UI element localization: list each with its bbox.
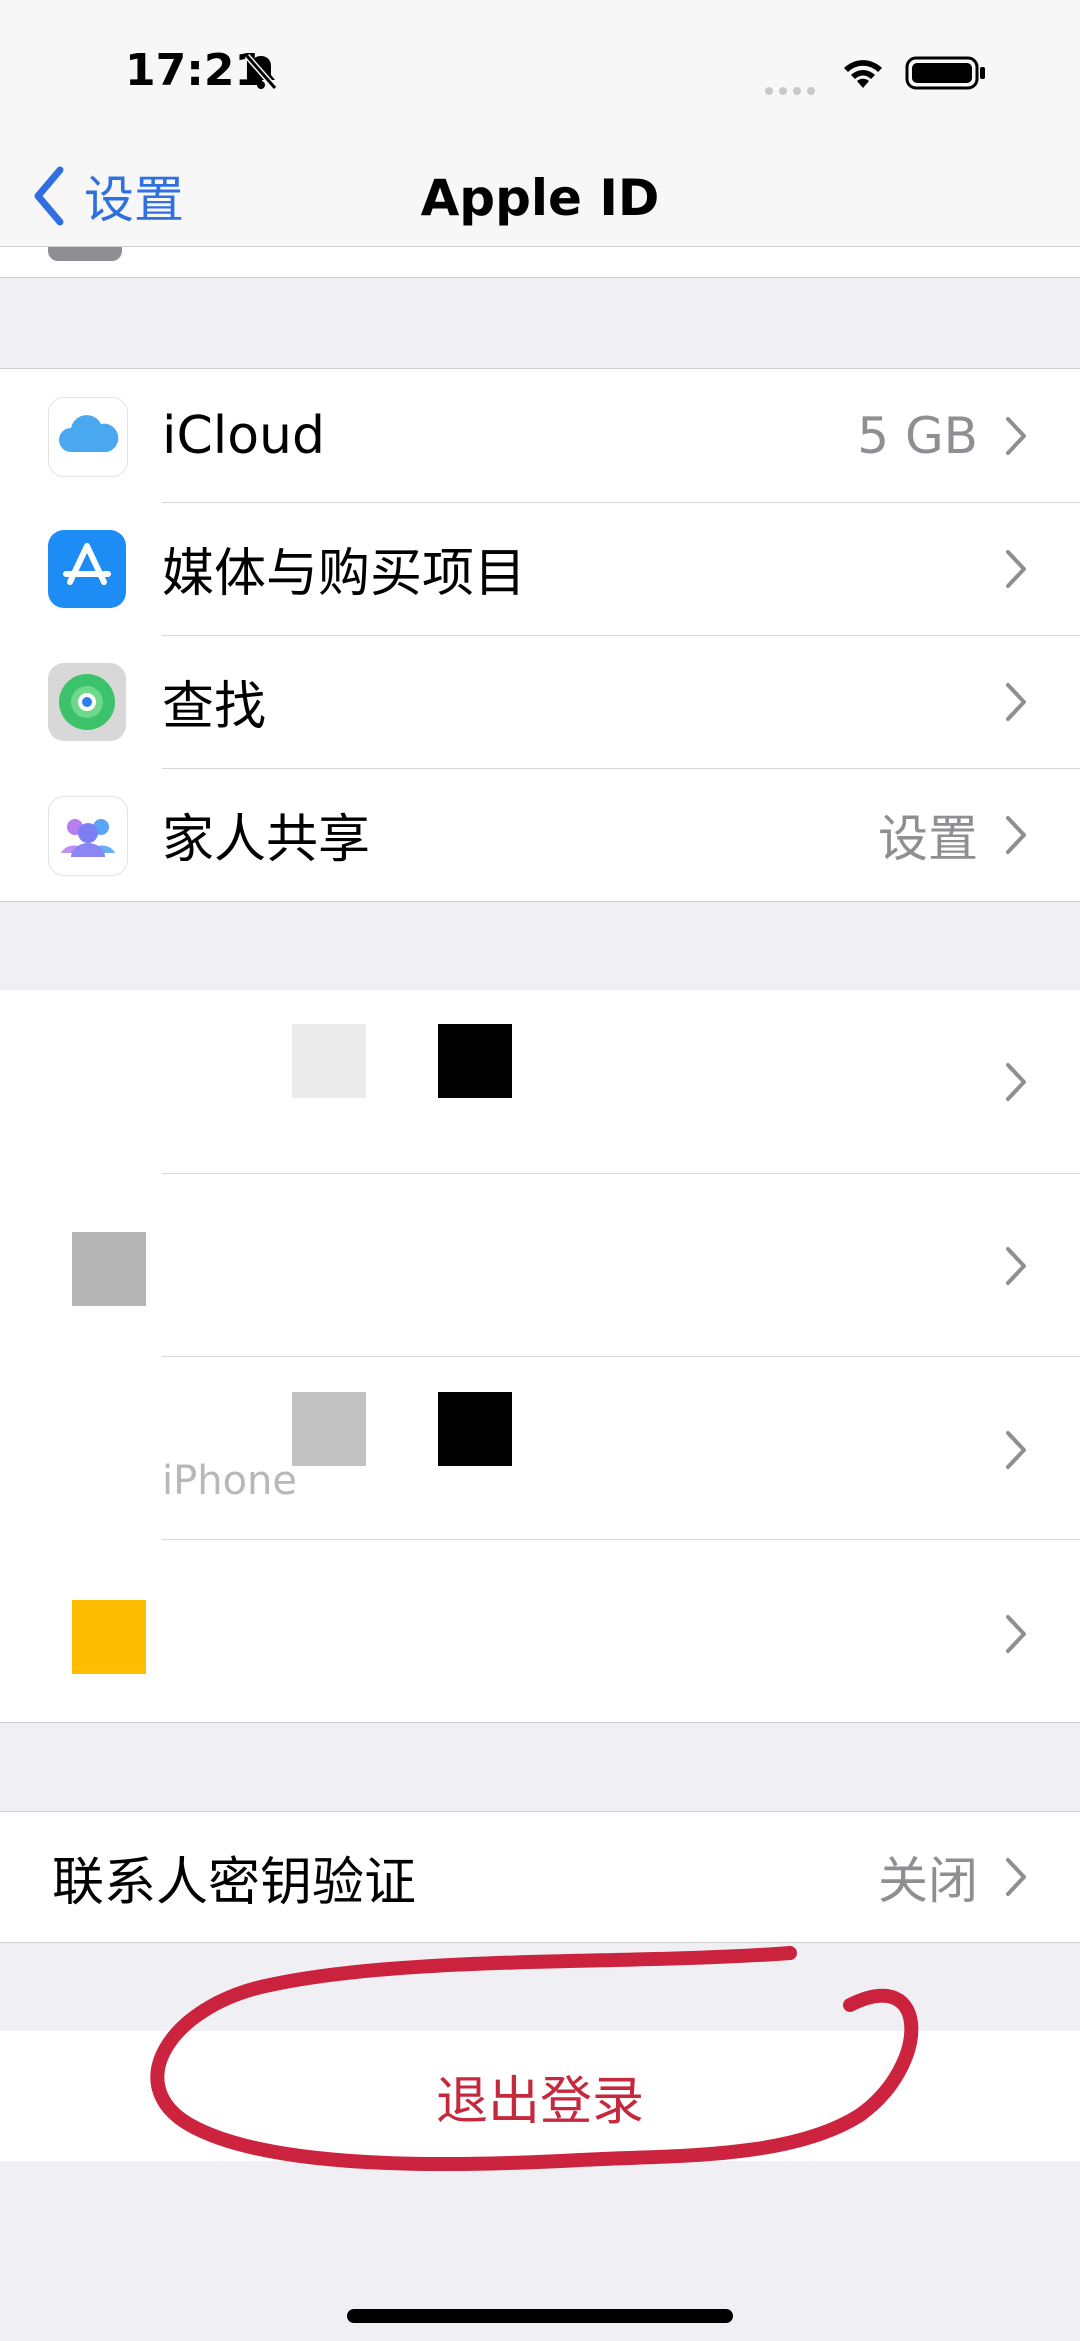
cellular-signal-icon — [765, 80, 823, 95]
device-row-2[interactable] — [0, 1174, 1080, 1358]
chevron-right-icon — [1006, 1431, 1026, 1469]
redacted-block — [438, 1392, 512, 1466]
icloud-storage-value: 5 GB — [857, 406, 978, 465]
media-purchases-row[interactable]: 媒体与购买项目 — [0, 502, 1080, 635]
find-my-icon — [48, 663, 126, 741]
find-my-label: 查找 — [162, 677, 267, 737]
sign-out-button[interactable]: 退出登录 — [0, 2031, 1080, 2161]
services-group: iCloud 5 GB 媒体与购买项目 查找 家人共享 设置 — [0, 368, 1080, 902]
contact-key-value: 关闭 — [878, 1852, 978, 1910]
icloud-label: iCloud — [162, 405, 325, 466]
chevron-right-icon — [1006, 1858, 1026, 1896]
chevron-left-icon — [34, 166, 64, 226]
app-store-icon — [48, 530, 126, 608]
icloud-icon — [48, 397, 128, 477]
silent-mode-icon — [244, 54, 278, 90]
family-sharing-value: 设置 — [878, 809, 978, 868]
find-my-row[interactable]: 查找 — [0, 635, 1080, 768]
chevron-right-icon — [1006, 417, 1026, 455]
device-row-3[interactable]: iPhone — [0, 1358, 1080, 1542]
sign-out-label: 退出登录 — [435, 2071, 644, 2132]
family-sharing-row[interactable]: 家人共享 设置 — [0, 768, 1080, 901]
status-bar: 17:21 — [0, 0, 1080, 150]
chevron-right-icon — [1006, 550, 1026, 588]
redacted-block — [72, 1600, 146, 1674]
contact-key-group: 联系人密钥验证 关闭 — [0, 1811, 1080, 1943]
chevron-right-icon — [1006, 683, 1026, 721]
contact-key-label: 联系人密钥验证 — [52, 1852, 417, 1913]
redacted-block — [72, 1232, 146, 1306]
chevron-right-icon — [1006, 1247, 1026, 1285]
previous-group-tail — [0, 247, 1080, 278]
wifi-icon — [844, 60, 882, 88]
redacted-block — [292, 1024, 366, 1098]
chevron-right-icon — [1006, 816, 1026, 854]
home-indicator[interactable] — [347, 2309, 733, 2323]
devices-group: iPhone — [0, 990, 1080, 1723]
contact-key-row[interactable]: 联系人密钥验证 关闭 — [0, 1812, 1080, 1942]
device-row-4[interactable] — [0, 1542, 1080, 1726]
navigation-bar: Apple ID 设置 — [0, 150, 1080, 247]
icloud-row[interactable]: iCloud 5 GB — [0, 369, 1080, 502]
battery-icon — [905, 56, 985, 90]
device-name-label: iPhone — [162, 1458, 298, 1504]
back-button-label: 设置 — [84, 171, 184, 229]
device-row-1[interactable] — [0, 990, 1080, 1174]
family-sharing-label: 家人共享 — [162, 810, 371, 870]
family-sharing-icon — [48, 796, 128, 876]
partial-icon — [48, 247, 122, 261]
media-purchases-label: 媒体与购买项目 — [162, 544, 527, 604]
chevron-right-icon — [1006, 1063, 1026, 1101]
chevron-right-icon — [1006, 1615, 1026, 1653]
redacted-block — [292, 1392, 366, 1466]
redacted-block — [438, 1024, 512, 1098]
back-button[interactable]: 设置 — [30, 156, 184, 236]
